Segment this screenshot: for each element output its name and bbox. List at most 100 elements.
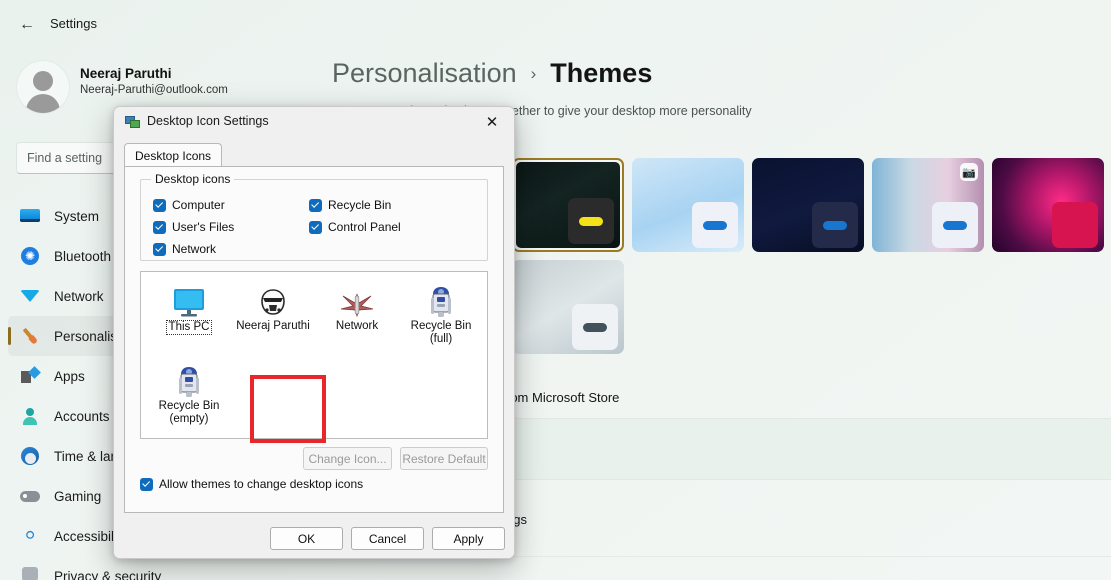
- theme-glow[interactable]: [992, 158, 1104, 252]
- sidebar-item-label: Accounts: [54, 409, 110, 424]
- close-icon[interactable]: ✕: [470, 107, 514, 137]
- checkbox-user-s-files[interactable]: User's Files: [153, 220, 234, 234]
- checkbox-checked-icon: [140, 478, 153, 491]
- theme-accent-pill: [703, 221, 727, 230]
- restore-default-button[interactable]: Restore Default: [400, 447, 488, 470]
- icon-preview-item[interactable]: Neeraj Paruthi: [231, 280, 315, 333]
- gaming-controller-icon: [18, 484, 42, 508]
- checkbox-checked-icon: [309, 221, 322, 234]
- r2d2-icon: [399, 280, 483, 318]
- theme-thumbnail: [512, 260, 624, 354]
- dialog-titlebar: Desktop Icon Settings ✕: [114, 107, 514, 137]
- tab-desktop-icons[interactable]: Desktop Icons: [124, 143, 222, 167]
- checkbox-network[interactable]: Network: [153, 242, 216, 256]
- allow-themes-label: Allow themes to change desktop icons: [159, 477, 363, 491]
- monitor-icon: [147, 280, 231, 318]
- accessibility-icon: ⚪: [18, 524, 42, 548]
- settings-window: ← Settings Neeraj Paruthi Neeraj-Paruthi…: [0, 0, 1111, 580]
- page-title: Themes: [550, 58, 652, 89]
- breadcrumb: Personalisation › Themes: [332, 58, 652, 89]
- theme-window-preview: [812, 202, 858, 248]
- theme-thumbnail: [516, 162, 620, 248]
- theme-thumbnail: [752, 158, 864, 252]
- icon-preview-item[interactable]: Recycle Bin(empty): [147, 360, 231, 426]
- sidebar-item-label: Apps: [54, 369, 85, 384]
- checkbox-label: Computer: [172, 198, 225, 212]
- checkbox-label: User's Files: [172, 220, 234, 234]
- sidebar-item-label: Privacy & security: [54, 569, 161, 580]
- theme-window-preview: [572, 304, 618, 350]
- theme-windows-light[interactable]: [632, 158, 744, 252]
- icon-preview-caption-line2: (full): [399, 333, 483, 346]
- change-icon-button[interactable]: Change Icon...: [303, 447, 392, 470]
- checkbox-checked-icon: [309, 199, 322, 212]
- accounts-icon: [18, 404, 42, 428]
- sidebar-item-label: Gaming: [54, 489, 101, 504]
- icon-preview-caption: Recycle Bin(empty): [147, 400, 231, 426]
- settings-row-band: [506, 419, 1111, 479]
- desktop-icons-groupbox: Desktop icons ComputerUser's FilesNetwor…: [140, 179, 488, 261]
- theme-window-preview: [692, 202, 738, 248]
- theme-accent-pill: [943, 221, 967, 230]
- theme-window-preview: [568, 198, 614, 244]
- back-arrow-icon[interactable]: ←: [12, 14, 42, 36]
- shield-icon: [18, 564, 42, 580]
- allow-themes-checkbox[interactable]: Allow themes to change desktop icons: [140, 477, 363, 491]
- icon-preview-caption-text: Network: [336, 320, 378, 332]
- checkbox-computer[interactable]: Computer: [153, 198, 225, 212]
- desktop-icon-settings-dialog: Desktop Icon Settings ✕ Desktop Icons De…: [113, 106, 515, 559]
- theme-yoda[interactable]: [512, 158, 624, 252]
- checkbox-label: Network: [172, 242, 216, 256]
- checkbox-recycle-bin[interactable]: Recycle Bin: [309, 198, 391, 212]
- account-name: Neeraj Paruthi: [80, 66, 172, 81]
- icon-preview-caption-text: This PC: [166, 320, 213, 335]
- theme-accent-pill: [583, 323, 607, 332]
- icon-preview-panel: This PCNeeraj ParuthiNetworkRecycle Bin(…: [140, 271, 488, 439]
- icon-preview-item[interactable]: This PC: [147, 280, 231, 335]
- theme-thumbnail: 📷: [872, 158, 984, 252]
- sidebar-item-label: Bluetooth: [54, 249, 111, 264]
- theme-window-preview: [1052, 202, 1098, 248]
- dialog-tabstrip: Desktop Icons: [124, 143, 504, 167]
- theme-gallery: 📷: [512, 158, 1111, 354]
- theme-flow[interactable]: [512, 260, 624, 354]
- theme-window-preview: [932, 202, 978, 248]
- theme-thumbnail: [632, 158, 744, 252]
- camera-icon: 📷: [960, 163, 978, 181]
- desktop-icon-settings-icon: [125, 114, 141, 130]
- theme-accent-pill: [579, 217, 603, 226]
- checkbox-checked-icon: [153, 243, 166, 256]
- icon-preview-caption-text: Neeraj Paruthi: [236, 320, 310, 332]
- divider: [506, 556, 1111, 557]
- dialog-footer: OK Cancel Apply: [114, 513, 514, 558]
- sidebar-item-label: Network: [54, 289, 104, 304]
- icon-preview-item[interactable]: Recycle Bin(full): [399, 280, 483, 346]
- checkbox-label: Control Panel: [328, 220, 401, 234]
- checkbox-checked-icon: [153, 221, 166, 234]
- x-wing-icon: [315, 280, 399, 318]
- breadcrumb-parent[interactable]: Personalisation: [332, 58, 517, 89]
- dialog-title: Desktop Icon Settings: [147, 114, 269, 128]
- icon-preview-caption: This PC: [147, 320, 231, 335]
- apply-button[interactable]: Apply: [432, 527, 505, 550]
- icon-preview-caption: Recycle Bin(full): [399, 320, 483, 346]
- icon-preview-item[interactable]: Network: [315, 280, 399, 333]
- icon-preview-caption-line1: Recycle Bin: [147, 400, 231, 413]
- theme-thumbnail: [992, 158, 1104, 252]
- breadcrumb-separator-icon: ›: [531, 64, 537, 84]
- groupbox-legend: Desktop icons: [151, 172, 234, 186]
- theme-windows-dark[interactable]: [752, 158, 864, 252]
- checkbox-control-panel[interactable]: Control Panel: [309, 220, 401, 234]
- time-icon: [18, 444, 42, 468]
- stormtrooper-helmet-icon: [231, 280, 315, 318]
- icon-preview-caption-line2: (empty): [147, 413, 231, 426]
- browse-themes-store-label[interactable]: rom Microsoft Store: [506, 390, 619, 405]
- r2d2-icon: [147, 360, 231, 398]
- sidebar-item-privacy-security[interactable]: Privacy & security: [8, 556, 200, 580]
- theme-captured-motion[interactable]: 📷: [872, 158, 984, 252]
- cancel-button[interactable]: Cancel: [351, 527, 424, 550]
- divider: [506, 479, 1111, 480]
- ok-button[interactable]: OK: [270, 527, 343, 550]
- checkbox-label: Recycle Bin: [328, 198, 391, 212]
- dialog-tab-page: Desktop icons Computer User's Files Networ…: [124, 166, 504, 513]
